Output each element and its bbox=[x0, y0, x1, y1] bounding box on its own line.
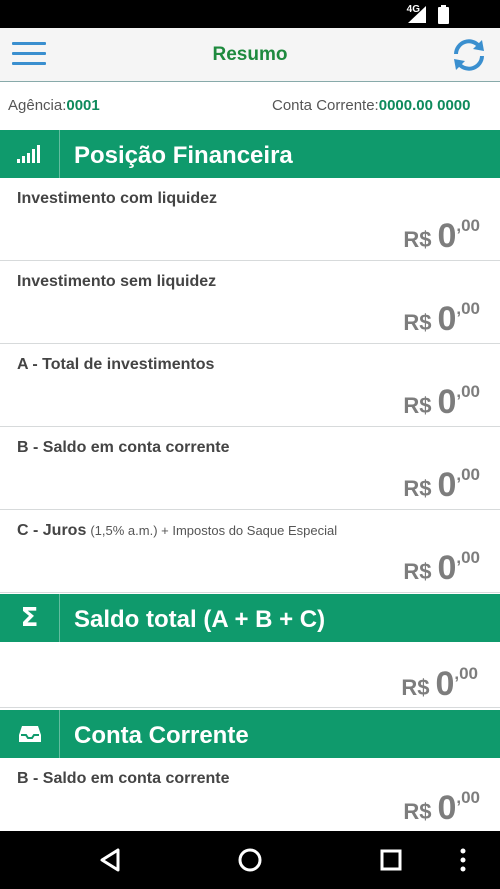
list-item: A - Total de investimentos R$ 0,00 bbox=[0, 344, 500, 427]
agency-label: Agência: bbox=[8, 97, 67, 114]
conta-corrente: Conta Corrente:0000.00 0000 bbox=[272, 97, 471, 114]
sigma-icon: Σ bbox=[0, 594, 60, 642]
conta-value: 0000.00 0000 bbox=[378, 97, 471, 114]
section-saldo-total: Σ Saldo total (A + B + C) bbox=[0, 594, 500, 642]
saldo-total-box: R$ 0,00 bbox=[0, 642, 500, 708]
section-title: Saldo total (A + B + C) bbox=[74, 606, 326, 633]
section-posicao-financeira: Posição Financeira bbox=[0, 130, 500, 178]
app-bar: Resumo bbox=[0, 28, 500, 82]
list-item: C - Juros (1,5% a.m.) + Impostos do Saque… bbox=[0, 510, 500, 593]
item-amount: R$ 0,00 bbox=[403, 382, 480, 421]
list-item: Investimento com liquidez R$ 0,00 bbox=[0, 178, 500, 261]
signal-icon bbox=[408, 6, 426, 23]
more-vertical-icon[interactable] bbox=[448, 845, 478, 875]
list-item: B - Saldo em conta corrente R$ 0,00 bbox=[0, 427, 500, 510]
item-amount: R$ 0,00 bbox=[403, 299, 480, 338]
item-label: Investimento sem liquidez bbox=[17, 273, 217, 290]
section-title: Conta Corrente bbox=[74, 722, 249, 749]
item-note: (1,5% a.m.) + Impostos do Saque Especial bbox=[90, 523, 338, 538]
item-amount: R$ 0,00 bbox=[403, 216, 480, 255]
item-amount: R$ 0,00 bbox=[403, 548, 480, 587]
agency: Agência:0001 bbox=[8, 97, 100, 114]
conta-label: Conta Corrente: bbox=[272, 97, 379, 114]
status-bar: 4G bbox=[0, 0, 500, 28]
signal-bars-icon bbox=[0, 130, 60, 178]
list-item: B - Saldo em conta corrente R$ 0,00 bbox=[0, 758, 500, 831]
total-amount: R$ 0,00 bbox=[401, 664, 478, 703]
item-amount: R$ 0,00 bbox=[403, 788, 480, 827]
item-amount: R$ 0,00 bbox=[403, 465, 480, 504]
back-triangle-icon[interactable] bbox=[96, 845, 126, 875]
account-info: Agência:0001 Conta Corrente:0000.00 0000 bbox=[0, 82, 500, 130]
item-label: B - Saldo em conta corrente bbox=[17, 439, 230, 456]
item-label: Investimento com liquidez bbox=[17, 190, 218, 207]
item-label: C - Juros (1,5% a.m.) + Impostos do Saque… bbox=[17, 522, 338, 539]
recents-square-icon[interactable] bbox=[376, 845, 406, 875]
section-title: Posição Financeira bbox=[74, 142, 293, 169]
list-item: Investimento sem liquidez R$ 0,00 bbox=[0, 261, 500, 344]
item-label: B - Saldo em conta corrente bbox=[17, 770, 230, 787]
item-label: A - Total de investimentos bbox=[17, 356, 215, 373]
section-conta-corrente: Conta Corrente bbox=[0, 710, 500, 758]
agency-value: 0001 bbox=[66, 97, 100, 114]
home-circle-icon[interactable] bbox=[235, 845, 265, 875]
battery-icon bbox=[438, 5, 449, 24]
system-nav-bar bbox=[0, 831, 500, 889]
refresh-icon[interactable] bbox=[450, 38, 488, 72]
page-title: Resumo bbox=[212, 44, 288, 65]
inbox-tray-icon bbox=[0, 710, 60, 758]
